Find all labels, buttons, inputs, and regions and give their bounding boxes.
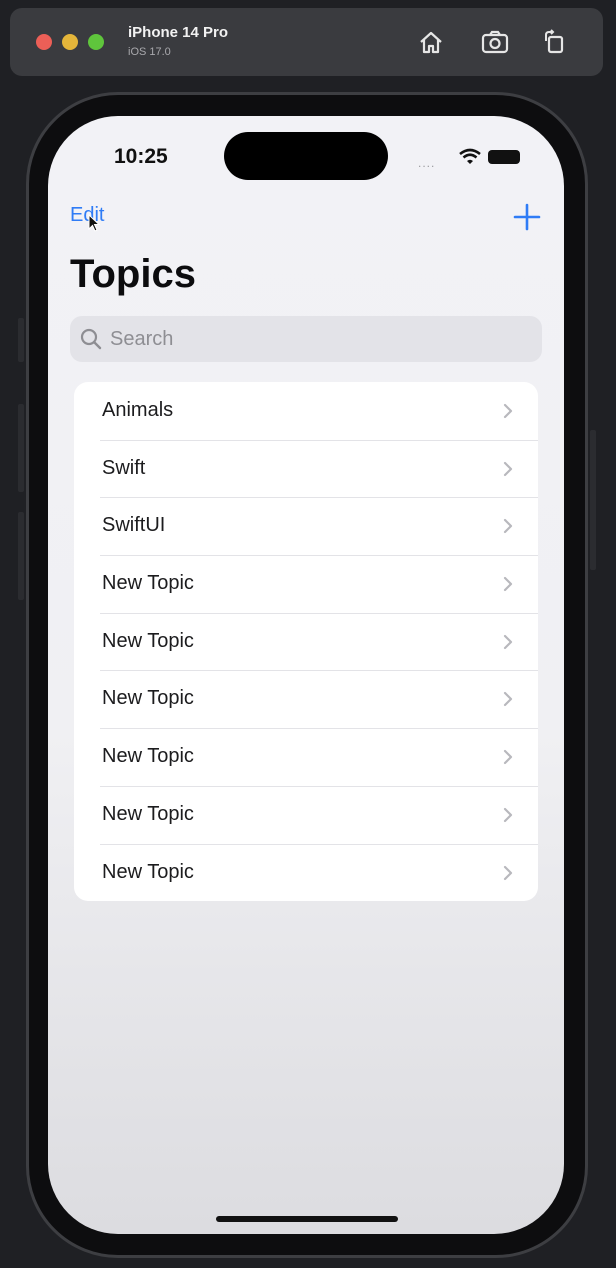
home-indicator[interactable] bbox=[216, 1216, 398, 1222]
phone-screen: 10:25 .... Edit Topics Search Animals Swi… bbox=[48, 116, 564, 1234]
simulator-toolbar: iPhone 14 Pro iOS 17.0 bbox=[10, 8, 603, 76]
close-window-button[interactable] bbox=[36, 34, 52, 50]
list-item[interactable]: New Topic bbox=[74, 612, 538, 671]
zoom-window-button[interactable] bbox=[88, 34, 104, 50]
search-icon bbox=[80, 328, 102, 350]
list-item[interactable]: Swift bbox=[74, 439, 538, 498]
list-item-label: Swift bbox=[102, 456, 146, 479]
list-item-label: New Topic bbox=[102, 687, 194, 710]
rotate-icon[interactable] bbox=[540, 28, 570, 56]
chevron-right-icon bbox=[502, 806, 514, 824]
topics-list: Animals Swift SwiftUI New Topic New Topic New… bbox=[74, 382, 538, 902]
battery-icon bbox=[488, 150, 520, 164]
minimize-window-button[interactable] bbox=[62, 34, 78, 50]
home-icon[interactable] bbox=[416, 28, 446, 56]
list-item[interactable]: New Topic bbox=[74, 670, 538, 728]
chevron-right-icon bbox=[502, 575, 514, 593]
list-item[interactable]: New Topic bbox=[74, 555, 538, 613]
volume-down-button bbox=[18, 512, 24, 600]
chevron-right-icon bbox=[502, 748, 514, 766]
cellular-signal: .... bbox=[418, 156, 436, 170]
power-button bbox=[590, 430, 596, 570]
list-item-label: New Topic bbox=[102, 860, 194, 883]
screenshot-icon[interactable] bbox=[480, 28, 510, 56]
list-item-label: New Topic bbox=[102, 745, 194, 768]
chevron-right-icon bbox=[502, 633, 514, 651]
device-name: iPhone 14 Pro bbox=[128, 24, 229, 41]
list-item[interactable]: New Topic bbox=[74, 843, 538, 902]
list-item-label: New Topic bbox=[102, 572, 194, 595]
status-time: 10:25 bbox=[114, 145, 168, 168]
volume-up-button bbox=[18, 404, 24, 492]
list-item[interactable]: Animals bbox=[74, 382, 538, 440]
list-item-label: SwiftUI bbox=[102, 514, 166, 537]
dynamic-island bbox=[224, 132, 388, 180]
chevron-right-icon bbox=[502, 402, 514, 420]
search-input[interactable]: Search bbox=[110, 328, 173, 351]
list-item-label: Animals bbox=[102, 399, 174, 421]
chevron-right-icon bbox=[502, 864, 514, 882]
list-item[interactable]: New Topic bbox=[74, 785, 538, 844]
wifi-icon bbox=[458, 148, 482, 166]
chevron-right-icon bbox=[502, 460, 514, 478]
page-title: Topics bbox=[70, 252, 196, 296]
list-item-label: New Topic bbox=[102, 629, 194, 652]
chevron-right-icon bbox=[502, 517, 514, 535]
chevron-right-icon bbox=[502, 690, 514, 708]
search-bar[interactable]: Search bbox=[70, 316, 542, 362]
list-item-label: New Topic bbox=[102, 802, 194, 825]
os-version: iOS 17.0 bbox=[128, 46, 171, 58]
list-item[interactable]: New Topic bbox=[74, 728, 538, 786]
status-icons: .... bbox=[418, 146, 528, 170]
mouse-cursor-icon bbox=[88, 213, 101, 232]
mute-switch bbox=[18, 318, 24, 362]
list-item[interactable]: SwiftUI bbox=[74, 497, 538, 555]
plus-icon[interactable] bbox=[512, 202, 542, 232]
